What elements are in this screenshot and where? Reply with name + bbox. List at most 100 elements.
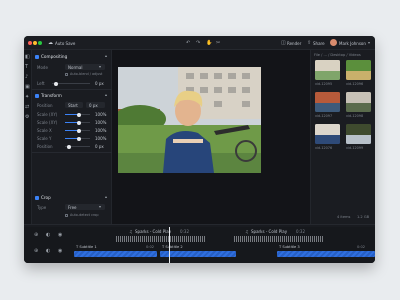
subtitle-clip[interactable]: [277, 251, 375, 257]
left-slider[interactable]: [52, 81, 90, 86]
subtitle-time: 0:02: [146, 245, 155, 249]
subtitle-name: Subtitle 3: [282, 245, 300, 249]
chevron-down-icon: ▾: [99, 204, 102, 209]
scale-xy-label: Scale (XY): [37, 112, 58, 117]
media-thumbnail[interactable]: [346, 60, 371, 80]
share-button[interactable]: Share: [313, 41, 325, 46]
media-item-name: vid-12095: [315, 82, 333, 86]
collapse-icon[interactable]: ▴: [105, 92, 107, 98]
effects-icon[interactable]: ✦: [25, 94, 29, 100]
lock-icon[interactable]: ⊕: [34, 248, 38, 254]
render-button[interactable]: Render: [287, 41, 301, 46]
position-label: Position: [37, 103, 53, 108]
transform-header[interactable]: Transform: [35, 93, 62, 98]
video-frame-image: [118, 67, 261, 173]
position2-label: Position: [37, 144, 53, 149]
crop-header[interactable]: Crop: [35, 195, 51, 200]
collapse-icon[interactable]: ▴: [105, 194, 107, 200]
media-breadcrumb[interactable]: File / ... / Desktop / Videos: [314, 53, 361, 58]
media-thumbnail[interactable]: [315, 92, 340, 112]
media-item-name: vid-12096: [346, 82, 364, 86]
crop-type-label: Type: [37, 205, 47, 210]
mute-icon[interactable]: ◐: [46, 232, 50, 238]
slider-knob[interactable]: [76, 120, 81, 125]
media-count: 4 items: [337, 215, 351, 219]
audio-clip-name: Sparks - Cold Play: [251, 229, 288, 234]
left-value: 0 px: [95, 81, 104, 86]
image-icon[interactable]: ▣: [25, 84, 30, 90]
collapse-icon[interactable]: ▴: [105, 53, 107, 59]
timeline-lower: ⊕ ◐ ◉ ♫ Sparks - Cold Play 0:32 ♫ Sparks…: [24, 227, 375, 263]
scissors-icon[interactable]: ✂: [216, 40, 220, 46]
subtitle-name: Subtitle 2: [165, 245, 183, 249]
text-icon[interactable]: T: [25, 64, 28, 70]
position2-slider[interactable]: [65, 144, 90, 149]
top-toolbar: ☁ Auto Save ↶ ↷ ✋ ✂ ◫ Render ⇪ Share Mar…: [24, 36, 375, 50]
scale-xy-value: 100%: [95, 112, 107, 117]
media-thumbnail[interactable]: [315, 60, 340, 80]
slider-knob[interactable]: [67, 144, 71, 149]
media-thumbnail[interactable]: [315, 124, 340, 144]
slider-knob[interactable]: [76, 128, 81, 133]
avatar[interactable]: [330, 39, 337, 46]
audio-waveform[interactable]: [116, 236, 206, 242]
tool-rail: ◧ T ♪ ▣ ✦ ⇄ ⚙: [24, 50, 32, 224]
scale-y-label: Scale Y: [37, 136, 52, 141]
autosave-label[interactable]: Auto Save: [55, 41, 75, 46]
position2-value: 0 px: [95, 144, 104, 149]
eye-icon[interactable]: ◉: [58, 232, 62, 238]
minimize-window-dot[interactable]: [33, 41, 37, 45]
subtitle-time: 0:02: [357, 245, 366, 249]
position-x-input[interactable]: Start: [65, 102, 83, 108]
video-preview[interactable]: [118, 67, 261, 173]
scale-xy2-value: 100%: [95, 120, 107, 125]
cloud-icon: ☁: [48, 40, 53, 46]
render-icon: ◫: [281, 40, 286, 46]
autoblend-label: Auto-blend / adjust: [70, 72, 103, 76]
crop-type-select[interactable]: Free ▾: [65, 204, 105, 210]
music-icon[interactable]: ♪: [25, 74, 28, 80]
position-y-value: 0 px: [89, 102, 98, 108]
autodetect-checkbox[interactable]: [65, 214, 68, 217]
scale-x-label: Scale X: [37, 128, 52, 133]
scale-xy2-label: Scale (XY): [37, 120, 58, 125]
autoblend-checkbox[interactable]: [65, 73, 68, 76]
media-size: 1.2 GB: [357, 215, 370, 219]
slider-knob[interactable]: [54, 81, 58, 86]
close-window-dot[interactable]: [28, 41, 32, 45]
audio-waveform[interactable]: [234, 236, 324, 242]
lock-icon[interactable]: ⊕: [34, 232, 38, 238]
music-note-icon: ♫: [129, 229, 133, 234]
subtitle-clip[interactable]: [160, 251, 236, 257]
share-icon: ⇪: [307, 40, 312, 46]
scale-x-slider[interactable]: [65, 128, 90, 133]
mute-icon[interactable]: ◐: [46, 248, 50, 254]
eye-icon[interactable]: ◉: [58, 248, 62, 254]
subtitle-label: T Subtitle 2: [162, 245, 183, 249]
subtitle-label: T Subtitle 1: [76, 245, 97, 249]
scale-xy2-slider[interactable]: [65, 120, 90, 125]
media-thumbnail[interactable]: [346, 124, 371, 144]
music-note-icon: ♫: [245, 229, 249, 234]
layers-icon[interactable]: ◧: [25, 54, 30, 60]
subtitle-clip[interactable]: [74, 251, 157, 257]
redo-icon[interactable]: ↷: [196, 40, 200, 46]
slider-knob[interactable]: [76, 136, 81, 141]
transition-icon[interactable]: ⇄: [25, 104, 29, 110]
scale-x-value: 100%: [95, 128, 107, 133]
hand-icon[interactable]: ✋: [206, 40, 212, 46]
position-y-input[interactable]: 0 px: [86, 102, 105, 108]
crop-title: Crop: [41, 195, 51, 200]
settings-icon[interactable]: ⚙: [25, 114, 29, 120]
slider-knob[interactable]: [76, 112, 81, 117]
maximize-window-dot[interactable]: [38, 41, 42, 45]
scale-xy-slider[interactable]: [65, 112, 90, 117]
chevron-down-icon[interactable]: ▾: [368, 40, 370, 46]
scale-y-slider[interactable]: [65, 136, 90, 141]
media-thumbnail[interactable]: [346, 92, 371, 112]
mode-select[interactable]: Normal ▾: [65, 64, 105, 70]
compositing-header[interactable]: Compositing: [35, 54, 67, 59]
crop-type-value: Free: [68, 204, 77, 210]
user-name[interactable]: Mark Johnson: [339, 41, 366, 46]
undo-icon[interactable]: ↶: [186, 40, 190, 46]
